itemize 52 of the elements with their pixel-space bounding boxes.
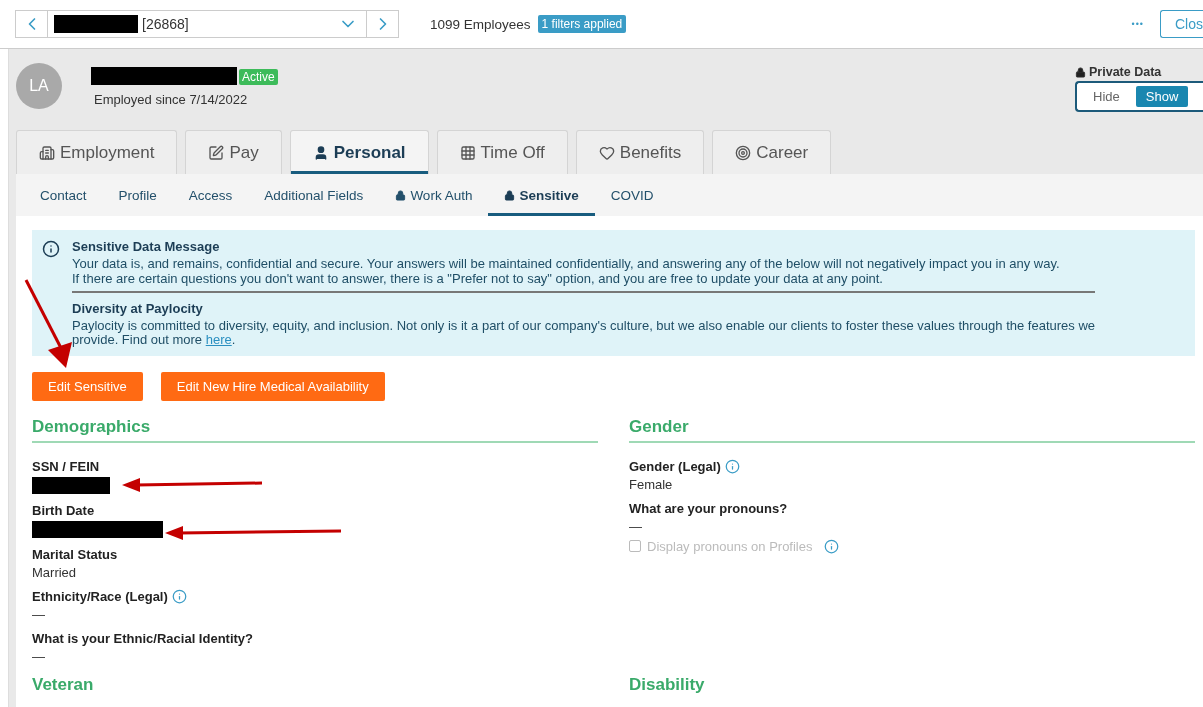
field-value: — [32,648,46,664]
banner-text: Paylocity is committed to diversity, equity, and inclusion. Not only is it a part of our company's culture, but we also enable our clients to foster these values through the features we provide. Find out more here. [72,319,1095,348]
field-value: — [32,606,46,622]
lock-icon [1075,66,1086,78]
target-icon [735,144,752,161]
status-badge: Active [239,69,278,85]
tab[interactable]: Benefits [575,130,705,174]
lock-icon [504,189,516,201]
tab[interactable]: Pay [185,130,282,174]
field-label: SSN / FEIN [32,458,100,474]
tab[interactable]: Employment [16,130,178,174]
banner-title: Sensitive Data Message [72,240,221,255]
field-value: Female [629,476,674,492]
section-title: Veteran [32,674,95,695]
employed-since: Employed since 7/14/2022 [94,92,249,107]
info-icon [824,538,840,554]
info-icon [724,458,740,474]
section-title: Demographics [32,416,598,443]
avatar: LA [16,63,62,109]
subtab[interactable]: Additional Fields [248,174,380,216]
info-icon [42,240,60,258]
banner-text: If there are certain questions you don't want to answer, there is a "Prefer not to say" option, and you are free to update your data at any point. [72,271,883,286]
subtab[interactable]: Profile [102,174,173,216]
field-label: Marital Status [32,546,118,562]
subtab[interactable]: Sensitive [488,174,595,216]
info-icon [171,588,187,604]
field-label: What is your Ethnic/Racial Identity? [32,630,254,646]
pen-icon [208,144,225,161]
grid-icon [459,144,476,161]
subtab[interactable]: Access [172,174,249,216]
tab[interactable]: Career [712,130,832,174]
heart-icon [598,144,615,161]
banner-title: Diversity at Paylocity [72,301,204,317]
private-data-label: Private Data [1075,65,1162,79]
field-label: Birth Date [32,502,95,518]
subtab[interactable]: COVID [594,174,670,216]
section-title: Disability [629,674,706,695]
tab[interactable]: Personal [289,130,429,174]
lock-icon [395,189,407,201]
subtab[interactable]: Contact [24,174,103,216]
field-label: Gender (Legal) [629,458,740,474]
field-label: Ethnicity/Race (Legal) [32,588,187,604]
toggle-option[interactable]: Show [1135,86,1189,107]
field-value: Married [32,564,78,580]
tab[interactable]: Time Off [436,130,568,174]
field-label: What are your pronouns? [629,500,788,516]
building-icon [39,144,55,161]
employee-count: 1099 Employees [430,16,531,32]
section-title: Gender [629,416,1195,443]
banner-text: Your data is, and remains, confidential and secure. Your answers will be maintained confidentially, and answering any of the below will not negatively impact you in any way. [72,257,1061,272]
subtab[interactable]: Work Auth [379,174,489,216]
field-value: — [629,518,643,534]
